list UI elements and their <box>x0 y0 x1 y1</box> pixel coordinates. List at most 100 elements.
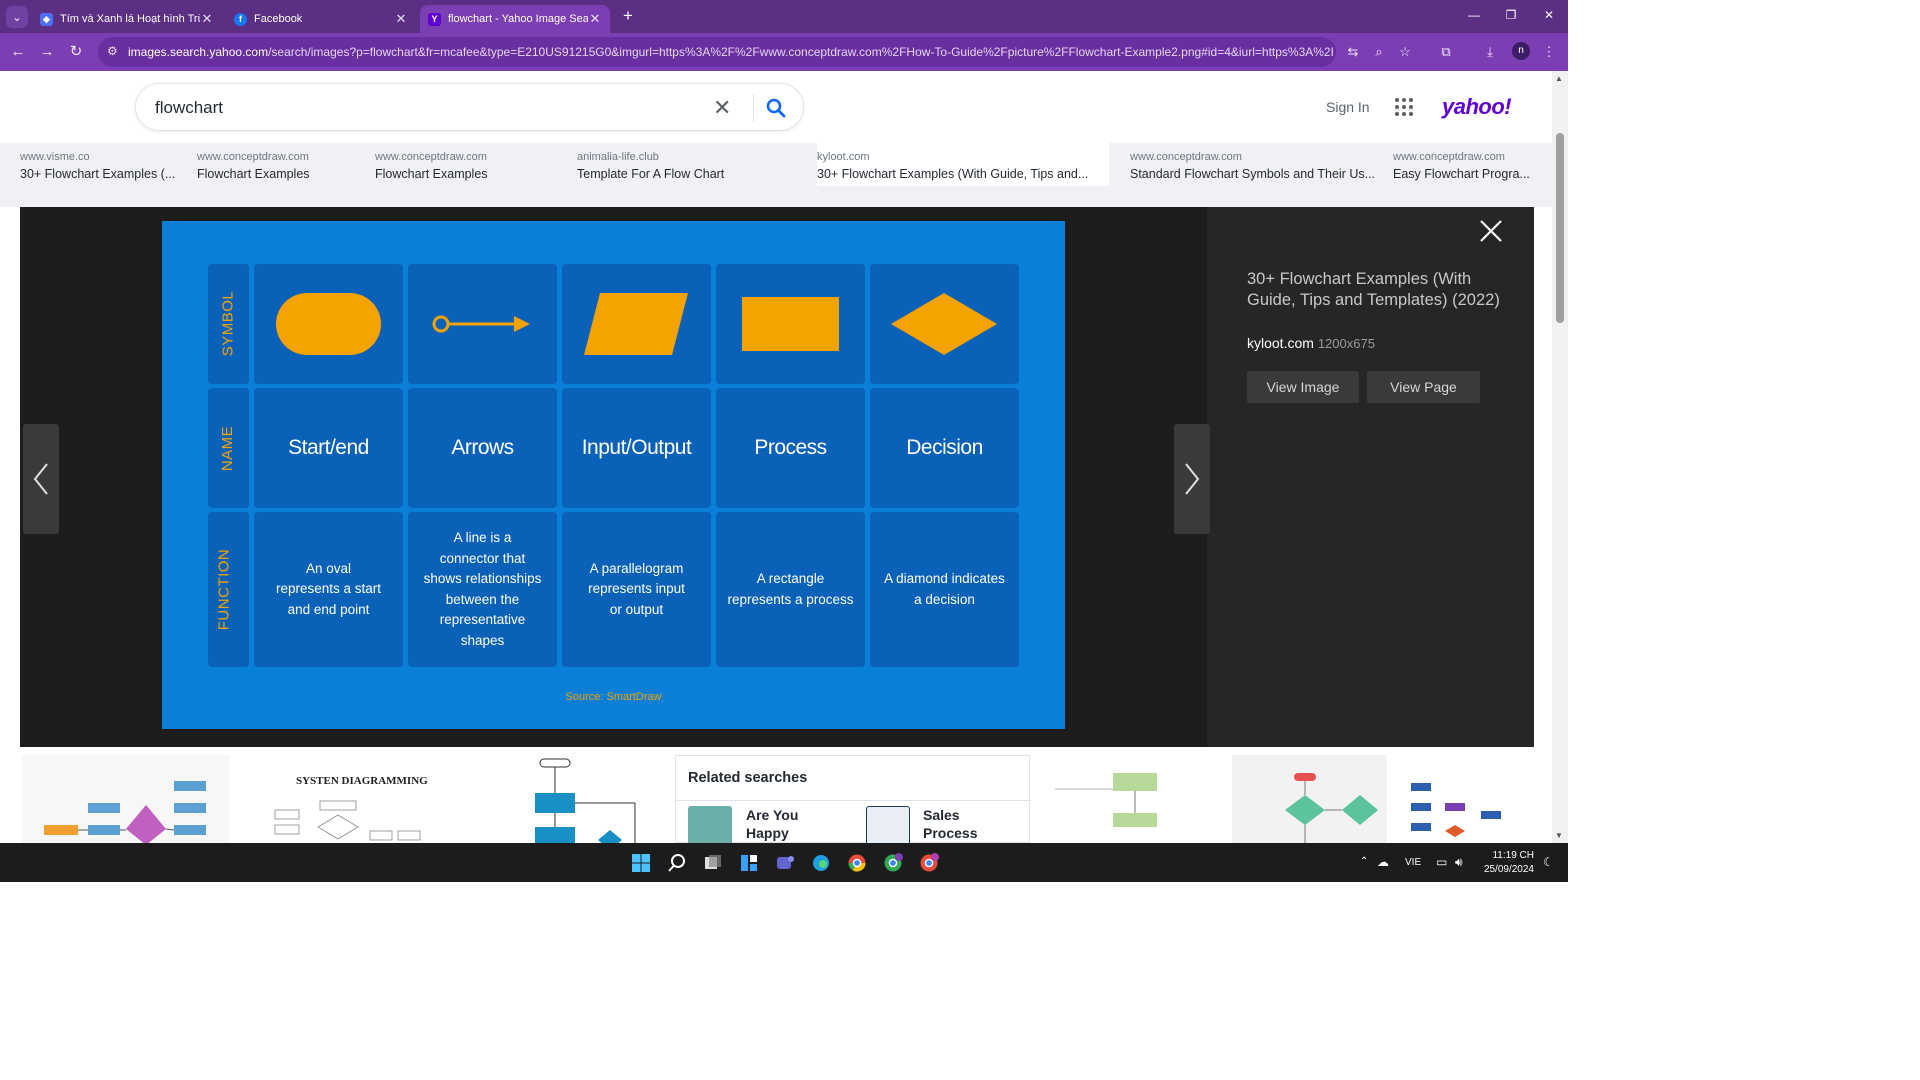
symbol-cell <box>562 264 711 384</box>
onedrive-cloud-icon[interactable]: ☁ <box>1377 855 1389 869</box>
search-box[interactable]: flowchart ✕ <box>135 83 804 131</box>
menu-kebab-icon[interactable]: ⋮ <box>1540 43 1558 61</box>
strip-item[interactable]: www.conceptdraw.com Flowchart Examples <box>375 151 545 181</box>
task-view-icon[interactable] <box>703 853 723 873</box>
result-thumbnail[interactable] <box>1055 755 1215 843</box>
translate-icon[interactable]: ⇆ <box>1344 43 1362 61</box>
related-search-item[interactable]: Are You Happy <box>746 806 798 842</box>
back-icon[interactable]: ← <box>8 42 28 62</box>
flowchart-thumbnail-image <box>1285 773 1378 843</box>
view-page-button[interactable]: View Page <box>1367 371 1480 403</box>
reload-icon[interactable]: ↻ <box>66 42 86 62</box>
scrollbar-thumb[interactable] <box>1556 133 1564 323</box>
download-icon[interactable]: ⤓ <box>1481 43 1499 61</box>
chrome-profile-icon[interactable] <box>919 853 939 873</box>
system-diagram-thumbnail-image <box>274 800 421 841</box>
window-close-icon[interactable]: ✕ <box>1540 8 1558 22</box>
related-thumbnail[interactable] <box>866 806 910 846</box>
previous-image-button[interactable] <box>23 424 59 534</box>
chrome-icon[interactable] <box>847 853 867 873</box>
diamond-shape-icon <box>891 293 997 355</box>
result-thumbnail[interactable] <box>480 755 650 843</box>
tab-1[interactable]: ◆ Tím và Xanh lá Hoạt hình Trừu t ✕ <box>32 5 222 33</box>
yahoo-logo[interactable]: yahoo! <box>1442 94 1512 120</box>
teams-chat-icon[interactable] <box>775 853 795 873</box>
function-cell: An oval represents a start and end point <box>254 512 403 667</box>
tab-search-chevron-icon[interactable]: ⌄ <box>6 6 28 28</box>
row-header-function: FUNCTION <box>215 548 233 631</box>
chevron-right-icon <box>1185 463 1200 495</box>
notifications-icon[interactable]: ☾ <box>1543 855 1554 869</box>
result-thumbnail[interactable]: SYSTEN DIAGRAMMING <box>250 755 460 843</box>
profile-avatar[interactable]: n <box>1512 42 1530 60</box>
page-scrollbar[interactable]: ▲ ▼ <box>1552 71 1568 843</box>
result-thumbnail[interactable] <box>1403 755 1513 843</box>
clock-time[interactable]: 11:19 CH <box>1490 850 1534 861</box>
tab-3-active[interactable]: Y flowchart - Yahoo Image Search ✕ <box>420 5 610 33</box>
function-cell: A line is a connector that shows relations… <box>408 512 557 667</box>
next-image-button[interactable] <box>1174 424 1210 534</box>
tab-close-icon[interactable]: ✕ <box>588 11 602 27</box>
strip-item[interactable]: www.conceptdraw.com Flowchart Examples <box>197 151 357 181</box>
strip-item[interactable]: animalia-life.club Template For A Flow Ch… <box>577 151 777 181</box>
forward-icon[interactable]: → <box>37 42 57 62</box>
scroll-up-icon[interactable]: ▲ <box>1555 74 1563 83</box>
parallelogram-shape-icon <box>584 293 688 355</box>
viewer-meta: kyloot.com 1200x675 <box>1247 335 1375 351</box>
strip-item-selected[interactable]: kyloot.com 30+ Flowchart Examples (With G… <box>817 143 1109 186</box>
minimize-icon[interactable]: — <box>1465 8 1483 22</box>
related-divider <box>676 800 1031 801</box>
function-cell: A parallelogram represents input or output <box>562 512 711 667</box>
taskbar-search-icon[interactable] <box>667 853 687 873</box>
scroll-down-icon[interactable]: ▼ <box>1555 831 1563 840</box>
close-viewer-icon[interactable] <box>1478 218 1504 244</box>
tab-close-icon[interactable]: ✕ <box>394 11 408 27</box>
tab-2[interactable]: f Facebook ✕ <box>226 5 416 33</box>
strip-item[interactable]: www.conceptdraw.com Easy Flowchart Progra… <box>1393 151 1533 181</box>
strip-item[interactable]: www.conceptdraw.com Standard Flowchart Sy… <box>1130 151 1378 181</box>
flowchart-thumbnail-image <box>1055 773 1157 827</box>
strip-item[interactable]: www.visme.co 30+ Flowchart Examples (... <box>20 151 180 181</box>
bookmark-star-icon[interactable]: ☆ <box>1396 43 1414 61</box>
edge-browser-icon[interactable] <box>811 853 831 873</box>
sign-in-link[interactable]: Sign In <box>1326 99 1370 115</box>
new-tab-button[interactable]: + <box>619 6 637 26</box>
windows-start-icon[interactable] <box>631 853 651 873</box>
result-thumbnail[interactable] <box>1232 755 1387 843</box>
function-cell: A rectangle represents a process <box>716 512 865 667</box>
shield-favicon-icon: ◆ <box>40 12 53 26</box>
clock-date[interactable]: 25/09/2024 <box>1474 864 1534 875</box>
address-bar[interactable]: ⚙ images.search.yahoo.com/search/images?… <box>98 37 1336 67</box>
chrome-profile-icon[interactable] <box>883 853 903 873</box>
search-icon[interactable] <box>764 96 788 120</box>
site-info-icon[interactable]: ⚙ <box>107 44 118 58</box>
tray-overflow-icon[interactable]: ⌃ <box>1360 856 1368 867</box>
language-indicator[interactable]: VIE <box>1405 857 1421 868</box>
tab-close-icon[interactable]: ✕ <box>200 11 214 27</box>
clear-search-icon[interactable]: ✕ <box>713 95 731 121</box>
result-thumbnail[interactable] <box>22 755 230 843</box>
zoom-icon[interactable]: ⌕ <box>1370 43 1388 61</box>
name-cell: Decision <box>870 388 1019 508</box>
tab-title: Facebook <box>254 13 303 25</box>
url-text[interactable]: images.search.yahoo.com/search/images?p=… <box>128 45 1333 59</box>
apps-grid-icon[interactable] <box>1395 98 1413 116</box>
widgets-icon[interactable] <box>739 853 759 873</box>
viewer-image-title[interactable]: 30+ Flowchart Examples (With Guide, Tips… <box>1247 269 1507 310</box>
preview-image[interactable]: SYMBOL NAME FUNCTION Start/end Arrows In… <box>162 221 1065 729</box>
facebook-favicon-icon: f <box>234 12 247 26</box>
function-cell: A diamond indicates a decision <box>870 512 1019 667</box>
windows-taskbar: ⌃ ☁ VIE ▭ 🔊︎ 11:19 CH 25/09/2024 ☾ <box>0 843 1568 882</box>
viewer-source-link[interactable]: kyloot.com <box>1247 335 1314 351</box>
extensions-icon[interactable]: ⧉ <box>1437 43 1455 61</box>
row-header-name: NAME <box>219 425 237 472</box>
volume-icon[interactable]: 🔊︎ <box>1455 855 1463 870</box>
tab-bar: ⌄ ◆ Tím và Xanh lá Hoạt hình Trừu t ✕ f … <box>0 0 1568 33</box>
related-search-item[interactable]: Sales Process <box>923 806 977 842</box>
search-input[interactable]: flowchart <box>155 98 223 118</box>
related-thumbnail[interactable] <box>688 806 732 846</box>
view-image-button[interactable]: View Image <box>1247 371 1359 403</box>
restore-icon[interactable]: ❐ <box>1502 8 1520 22</box>
name-cell: Process <box>716 388 865 508</box>
network-icon[interactable]: ▭ <box>1436 855 1447 869</box>
